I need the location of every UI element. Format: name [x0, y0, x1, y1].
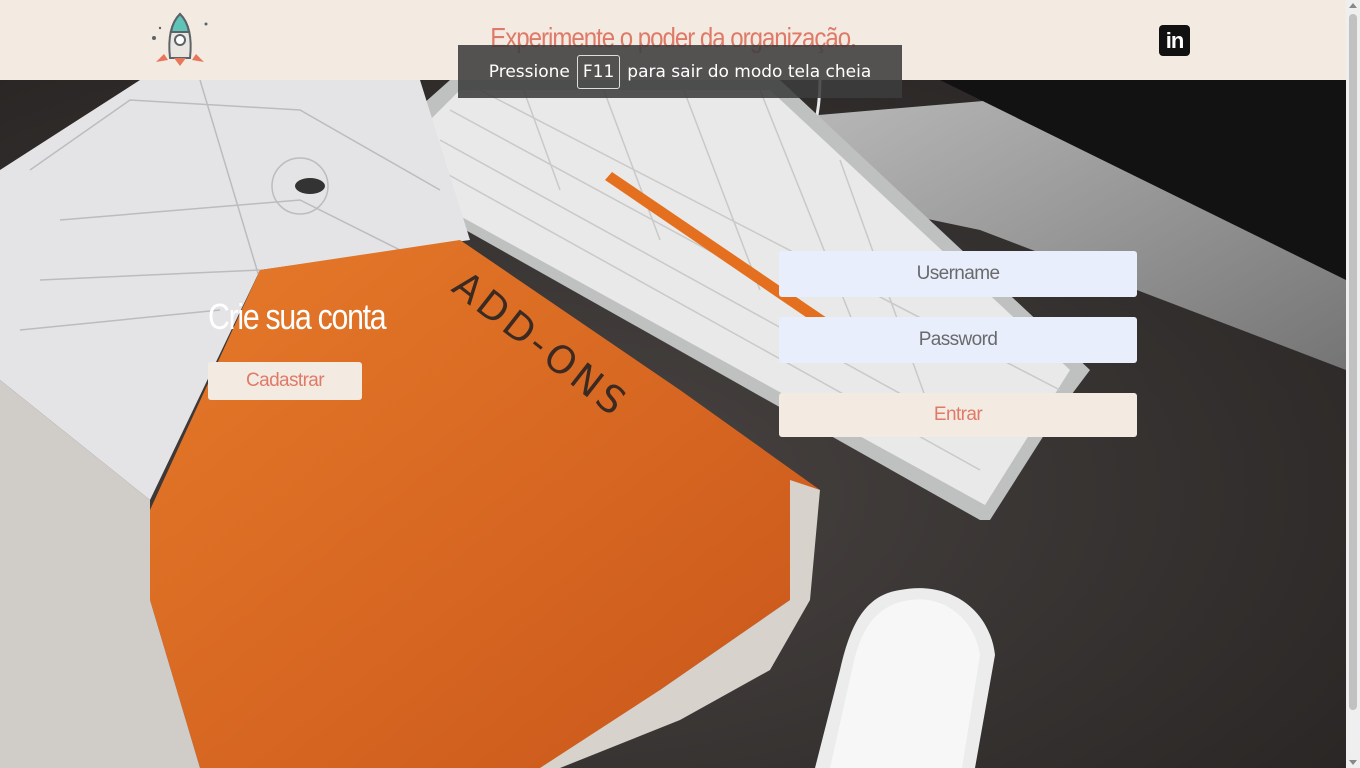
- signup-button[interactable]: Cadastrar: [208, 362, 362, 400]
- linkedin-icon[interactable]: in: [1159, 25, 1190, 56]
- signup-title: Crie sua conta: [208, 296, 387, 337]
- fullscreen-notice-key: F11: [576, 54, 621, 89]
- fullscreen-notice-suffix: para sair do modo tela cheia: [627, 61, 872, 82]
- username-input[interactable]: [779, 251, 1137, 297]
- fullscreen-notice: Pressione F11 para sair do modo tela che…: [458, 45, 902, 98]
- password-input[interactable]: [779, 317, 1137, 363]
- scroll-down-icon[interactable]: [1349, 760, 1357, 765]
- login-button[interactable]: Entrar: [779, 393, 1137, 437]
- hero-background: ADD-ONS: [0, 80, 1346, 768]
- scrollbar-thumb[interactable]: [1349, 14, 1357, 710]
- scroll-up-icon[interactable]: [1349, 3, 1357, 8]
- vertical-scrollbar[interactable]: [1346, 0, 1360, 768]
- linkedin-label: in: [1165, 27, 1185, 53]
- fullscreen-notice-prefix: Pressione: [488, 61, 570, 82]
